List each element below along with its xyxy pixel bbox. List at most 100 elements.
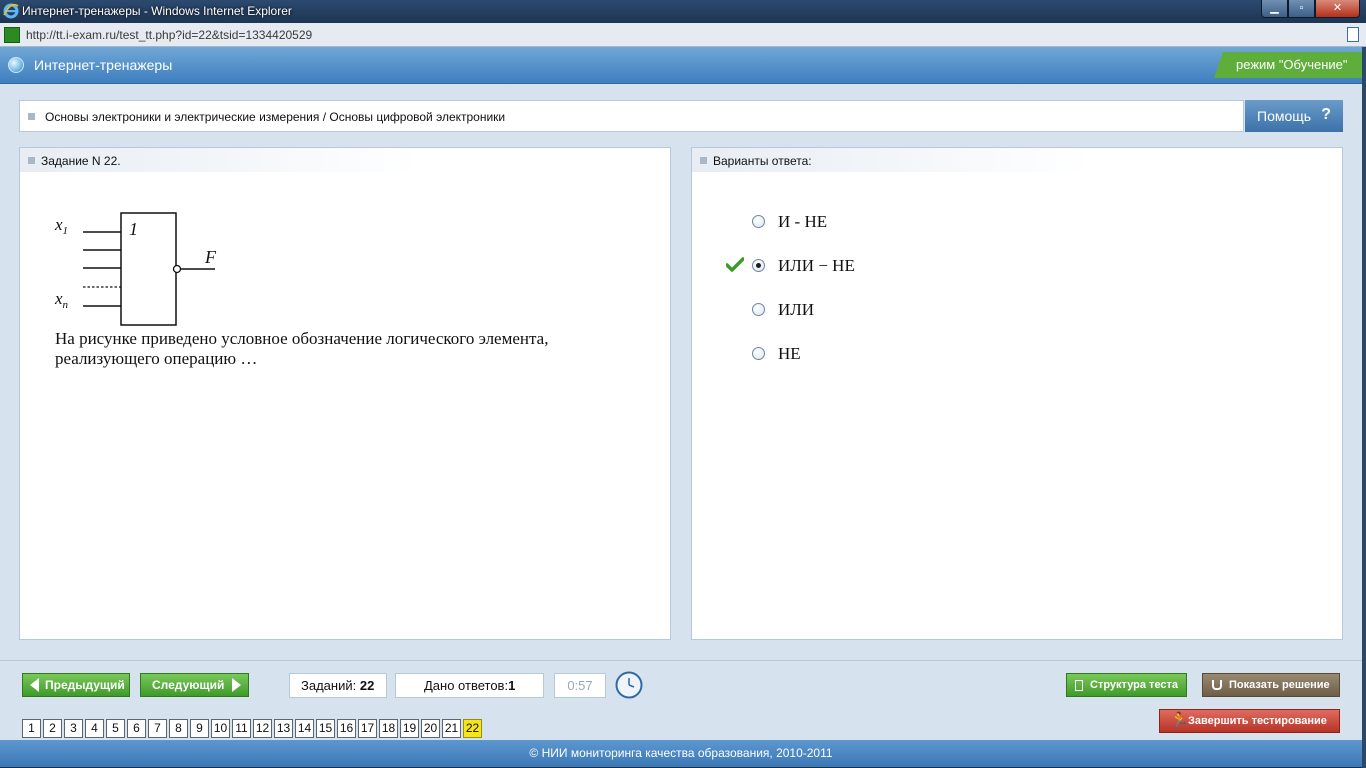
logic-gate-diagram: 1 x1 xn F [54,212,217,326]
close-icon: ✕ [1332,2,1343,14]
breadcrumb: Основы электроники и электрические измер… [19,100,1244,132]
page-9-button[interactable]: 9 [190,719,209,738]
previous-button[interactable]: Предыдущий [22,673,130,697]
radio-button-selected[interactable] [752,259,765,272]
answer-option-label: ИЛИ [778,300,815,319]
answers-panel-header: Варианты ответа: [692,148,1092,172]
page-7-button[interactable]: 7 [148,719,167,738]
question-text: На рисунке приведено условное обозначени… [55,329,549,368]
answer-option-2[interactable]: ИЛИ − НЕ [752,256,1052,278]
gate-label: 1 [129,219,138,239]
book-icon [1212,680,1222,690]
finish-test-button[interactable]: 🏃 Завершить тестирование [1159,709,1340,733]
radio-button[interactable] [752,215,765,228]
document-icon [1075,680,1083,691]
answers-count-label: Дано ответов: [424,678,509,693]
copyright-footer: © НИИ мониторинга качества образования, … [0,740,1362,767]
page-5-button[interactable]: 5 [106,719,125,738]
task-pager: 1 2 3 4 5 6 7 8 9 10 11 12 13 14 15 16 17 18 19 20 21 22 [22,719,484,739]
finish-test-label: Завершить тестирование [1188,715,1327,727]
answer-option-label: ИЛИ − НЕ [778,256,855,275]
show-solution-label: Показать решение [1229,679,1330,691]
page-11-button[interactable]: 11 [232,719,251,738]
timer: 0:57 [554,673,606,698]
task-panel: Задание N 22. 1 x1 xn F На рисунке приве… [19,147,671,640]
app-title: Интернет-тренажеры [34,57,173,73]
window-titlebar: Интернет-тренажеры - Windows Internet Ex… [0,0,1366,23]
running-man-icon: 🏃 [1170,712,1189,729]
main-area: Основы электроники и электрические измер… [0,84,1362,660]
page-4-button[interactable]: 4 [85,719,104,738]
radio-button[interactable] [752,347,765,360]
maximize-icon: ▫ [1299,2,1304,14]
maximize-button[interactable]: ▫ [1288,0,1315,18]
window-title: Интернет-тренажеры - Windows Internet Ex… [22,4,292,18]
page-12-button[interactable]: 12 [253,719,272,738]
answer-option-4[interactable]: НЕ [752,344,1052,366]
app-header: Интернет-тренажеры режим "Обучение" [0,47,1362,84]
page-22-button[interactable]: 22 [463,719,482,738]
window-controls: ▁ ▫ ✕ [1261,0,1360,18]
input-first-label: x1 [54,215,68,237]
close-window-button[interactable]: ✕ [1315,0,1360,18]
page-16-button[interactable]: 16 [337,719,356,738]
page-18-button[interactable]: 18 [379,719,398,738]
site-favicon-icon [4,27,20,43]
page-1-button[interactable]: 1 [22,719,41,738]
tasks-count-label: Заданий: [301,678,357,693]
answers-count-value: 1 [508,678,516,693]
previous-label: Предыдущий [45,678,125,692]
tasks-count-value: 22 [359,678,375,693]
arrow-left-icon [30,678,39,692]
page-17-button[interactable]: 17 [358,719,377,738]
globe-icon [8,57,24,73]
page-21-button[interactable]: 21 [442,719,461,738]
answer-option-3[interactable]: ИЛИ [752,300,1052,322]
page-3-button[interactable]: 3 [64,719,83,738]
page-2-button[interactable]: 2 [43,719,62,738]
bullet-icon [28,113,35,120]
radio-button[interactable] [752,303,765,316]
input-last-label: xn [54,289,69,311]
task-title: Задание N 22. [41,154,121,168]
inversion-circle [172,264,182,274]
correct-check-icon [726,257,744,272]
answers-count-box: Дано ответов:1 [395,673,544,698]
radio-dot-icon [756,263,761,268]
url-field[interactable]: http://tt.i-exam.ru/test_tt.php?id=22&ts… [26,28,312,42]
page-15-button[interactable]: 15 [316,719,335,738]
answer-option-1[interactable]: И - НЕ [752,212,1052,234]
show-solution-button[interactable]: Показать решение [1202,673,1340,697]
clock-icon[interactable] [615,671,643,699]
mode-badge: режим "Обучение" [1214,52,1362,78]
answers-panel: Варианты ответа: И - НЕ ИЛИ − НЕ ИЛИ НЕ [691,147,1343,640]
next-label: Следующий [152,678,225,692]
page-19-button[interactable]: 19 [400,719,419,738]
answer-option-label: НЕ [778,344,801,363]
breadcrumb-text: Основы электроники и электрические измер… [45,110,506,124]
address-bar: http://tt.i-exam.ru/test_tt.php?id=22&ts… [0,23,1366,47]
page-6-button[interactable]: 6 [127,719,146,738]
bullet-icon [28,157,35,164]
bottom-toolbar: Предыдущий Следующий Заданий: 22 Дано от… [0,660,1362,740]
question-mark-icon: ? [1321,106,1331,123]
test-structure-label: Структура теста [1090,679,1179,691]
bullet-icon [700,157,707,164]
test-structure-button[interactable]: Структура теста [1066,673,1187,697]
next-button[interactable]: Следующий [140,673,249,697]
page-20-button[interactable]: 20 [421,719,440,738]
minimize-button[interactable]: ▁ [1261,0,1288,18]
window-right-edge [1362,47,1366,768]
arrow-right-icon [232,678,241,692]
page-14-button[interactable]: 14 [295,719,314,738]
task-panel-header: Задание N 22. [20,148,420,172]
answers-title: Варианты ответа: [713,154,812,168]
page-13-button[interactable]: 13 [274,719,293,738]
help-button[interactable]: Помощь ? [1245,100,1343,132]
page-10-button[interactable]: 10 [211,719,230,738]
minimize-icon: ▁ [1270,2,1279,14]
internet-explorer-icon [3,3,19,19]
page-8-button[interactable]: 8 [169,719,188,738]
tasks-count-box: Заданий: 22 [289,673,387,698]
page-icon[interactable] [1347,27,1359,42]
